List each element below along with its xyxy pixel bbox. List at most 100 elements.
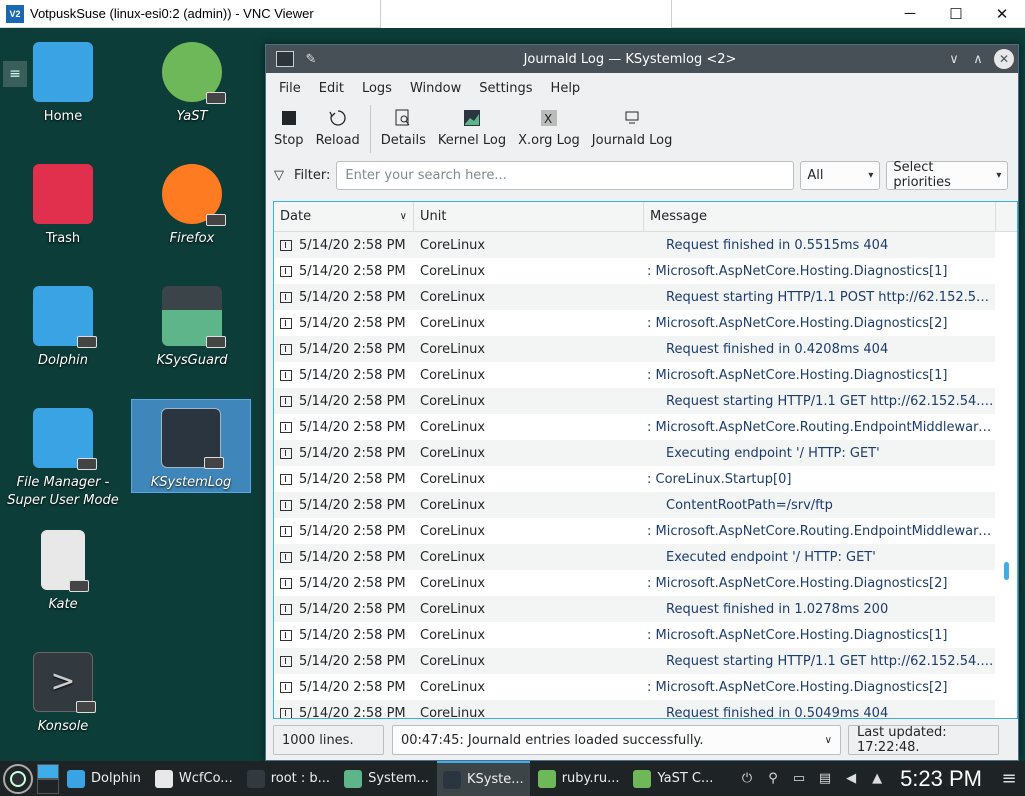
table-row[interactable]: 5/14/20 2:58 PM CoreLinux Request finished… — [274, 232, 1017, 258]
virtual-desktop-pager[interactable] — [37, 763, 59, 794]
dolphin-icon — [33, 286, 97, 348]
priority-select[interactable]: Select priorities ▾ — [886, 160, 1009, 190]
table-row[interactable]: 5/14/20 2:58 PM CoreLinux Executed endpoin… — [274, 544, 1017, 570]
scrollbar-thumb[interactable] — [1004, 562, 1009, 580]
xorg-icon: X — [540, 109, 558, 127]
taskbar-task[interactable]: WcfCo... — [149, 761, 239, 796]
log-date: 5/14/20 2:58 PM — [299, 315, 406, 331]
table-row[interactable]: 5/14/20 2:58 PM CoreLinux Request starting… — [274, 388, 1017, 414]
menu-edit[interactable]: Edit — [310, 81, 353, 96]
panel-menu-icon[interactable]: ≡ — [1001, 768, 1017, 789]
log-message: Request starting HTTP/1.1 GET http://62.… — [666, 653, 994, 669]
menu-help[interactable]: Help — [542, 81, 590, 96]
table-row[interactable]: 5/14/20 2:58 PM CoreLinux: Microsoft.AspN… — [274, 674, 1017, 700]
clock[interactable]: 5:23 PM — [900, 766, 982, 792]
table-row[interactable]: 5/14/20 2:58 PM CoreLinux Request finished… — [274, 596, 1017, 622]
link-badge-icon — [206, 214, 226, 226]
column-message[interactable]: Message — [644, 202, 996, 231]
minimize-icon[interactable]: ∨ — [942, 47, 966, 71]
table-row[interactable]: 5/14/20 2:58 PM CoreLinux Executing endpoi… — [274, 440, 1017, 466]
table-row[interactable]: 5/14/20 2:58 PM CoreLinux ContentRootPath=… — [274, 492, 1017, 518]
table-row[interactable]: 5/14/20 2:58 PM CoreLinux Request starting… — [274, 284, 1017, 310]
window-app-icon[interactable] — [276, 51, 294, 67]
table-row[interactable]: 5/14/20 2:58 PM CoreLinux: Microsoft.AspN… — [274, 518, 1017, 544]
window-titlebar[interactable]: ✎ Journald Log — KSystemlog <2> ∨ ∧ ✕ — [266, 45, 1018, 73]
table-row[interactable]: 5/14/20 2:58 PM CoreLinux: Microsoft.AspN… — [274, 570, 1017, 596]
log-date: 5/14/20 2:58 PM — [299, 705, 406, 719]
table-row[interactable]: 5/14/20 2:58 PM CoreLinux: Microsoft.AspN… — [274, 362, 1017, 388]
ksystemlog-window: ✎ Journald Log — KSystemlog <2> ∨ ∧ ✕ Fi… — [265, 44, 1019, 761]
scrollbar[interactable] — [995, 232, 1017, 718]
log-message: : Microsoft.AspNetCore.Routing.EndpointM… — [647, 523, 994, 539]
desktop-icon-ksysguard[interactable]: KSysGuard — [132, 286, 252, 370]
filter-scope-select[interactable]: All ▾ — [800, 160, 881, 190]
desktop-icon-trash[interactable]: Trash — [3, 164, 123, 248]
table-row[interactable]: 5/14/20 2:58 PM CoreLinux: Microsoft.AspN… — [274, 622, 1017, 648]
info-icon — [280, 395, 292, 407]
application-launcher-icon[interactable] — [3, 763, 33, 794]
taskbar-task[interactable]: Dolphin — [61, 761, 147, 796]
desktop-icon-konsole[interactable]: > Konsole — [3, 652, 123, 736]
column-unit[interactable]: Unit — [414, 202, 644, 231]
kernel-log-label: Kernel Log — [437, 133, 507, 148]
taskbar-task[interactable]: System... — [338, 761, 435, 796]
ksystemlog-icon — [161, 408, 224, 469]
tray-expand-icon[interactable]: ▲ — [869, 771, 885, 787]
clipboard-icon[interactable]: ▤ — [817, 771, 833, 787]
table-row[interactable]: 5/14/20 2:58 PM CoreLinux Request finished… — [274, 336, 1017, 362]
status-message-select[interactable]: 00:47:45: Journald entries loaded succes… — [392, 725, 841, 755]
taskbar-task[interactable]: KSyste... — [436, 761, 530, 796]
network-activity-icon[interactable]: ⏻ — [739, 771, 755, 787]
column-date[interactable]: Date ∨ — [274, 202, 414, 231]
maximize-button[interactable]: ☐ — [933, 0, 979, 28]
table-row[interactable]: 5/14/20 2:58 PM CoreLinux Request starting… — [274, 648, 1017, 674]
log-date-cell: 5/14/20 2:58 PM — [274, 264, 414, 279]
desktop-icon-yast[interactable]: YaST — [132, 42, 252, 126]
table-row[interactable]: 5/14/20 2:58 PM CoreLinux: Microsoft.AspN… — [274, 414, 1017, 440]
reload-button[interactable]: Reload — [310, 103, 366, 148]
desktop-icon-home[interactable]: Home — [3, 42, 123, 126]
taskbar-task[interactable]: YaST C... — [627, 761, 719, 796]
journald-log-button[interactable]: Journald Log — [586, 103, 679, 148]
menu-logs[interactable]: Logs — [353, 81, 401, 96]
log-date-cell: 5/14/20 2:58 PM — [274, 420, 414, 435]
desktop-icon-firefox[interactable]: Firefox — [132, 164, 252, 248]
stop-button[interactable]: Stop — [268, 103, 310, 148]
pin-icon[interactable]: ✎ — [304, 52, 318, 67]
column-message-label: Message — [650, 209, 707, 224]
kernel-log-button[interactable]: Kernel Log — [432, 103, 512, 148]
taskbar-task-label: ruby.ru... — [561, 771, 620, 786]
menu-settings[interactable]: Settings — [470, 81, 541, 96]
table-row[interactable]: 5/14/20 2:58 PM CoreLinux: Microsoft.AspN… — [274, 310, 1017, 336]
log-unit: CoreLinux — [420, 601, 486, 617]
log-rows: 5/14/20 2:58 PM CoreLinux Request finished… — [274, 232, 1017, 719]
maximize-icon[interactable]: ∧ — [966, 47, 990, 71]
menu-file[interactable]: File — [270, 81, 310, 96]
minimize-button[interactable]: ─ — [887, 0, 933, 28]
xorg-log-button[interactable]: X X.org Log — [512, 103, 586, 148]
display-icon[interactable]: ▭ — [791, 771, 807, 787]
usb-icon[interactable]: ⚲ — [765, 771, 781, 787]
close-button[interactable]: ✕ — [979, 0, 1025, 28]
search-input[interactable] — [336, 160, 795, 190]
taskbar-task[interactable]: root : b... — [241, 761, 336, 796]
close-icon[interactable]: ✕ — [994, 49, 1014, 69]
info-icon — [280, 629, 292, 641]
table-row[interactable]: 5/14/20 2:58 PM CoreLinux: CoreLinux.Star… — [274, 466, 1017, 492]
desktop-icon-ksystemlog[interactable]: KSystemLog — [131, 399, 251, 493]
table-row[interactable]: 5/14/20 2:58 PM CoreLinux: Microsoft.AspN… — [274, 258, 1017, 284]
log-table[interactable]: Date ∨ Unit Message 5/14/20 2:58 PM CoreL… — [273, 201, 1018, 719]
info-icon — [280, 577, 292, 589]
chevron-down-icon: ▾ — [868, 169, 874, 181]
details-button[interactable]: Details — [375, 103, 432, 148]
taskbar-task-label: Dolphin — [91, 771, 141, 786]
desktop-icon-dolphin[interactable]: Dolphin — [3, 286, 123, 370]
desktop-icon-file-manager-su[interactable]: File Manager - Super User Mode — [3, 408, 123, 510]
info-icon — [280, 447, 292, 459]
menu-window[interactable]: Window — [401, 81, 470, 96]
taskbar-task[interactable]: ruby.ru... — [532, 761, 626, 796]
log-unit: CoreLinux — [420, 445, 486, 461]
desktop-icon-kate[interactable]: Kate — [3, 530, 123, 614]
volume-icon[interactable]: ◀ — [843, 771, 859, 787]
table-row[interactable]: 5/14/20 2:58 PM CoreLinux Request finished… — [274, 700, 1017, 719]
